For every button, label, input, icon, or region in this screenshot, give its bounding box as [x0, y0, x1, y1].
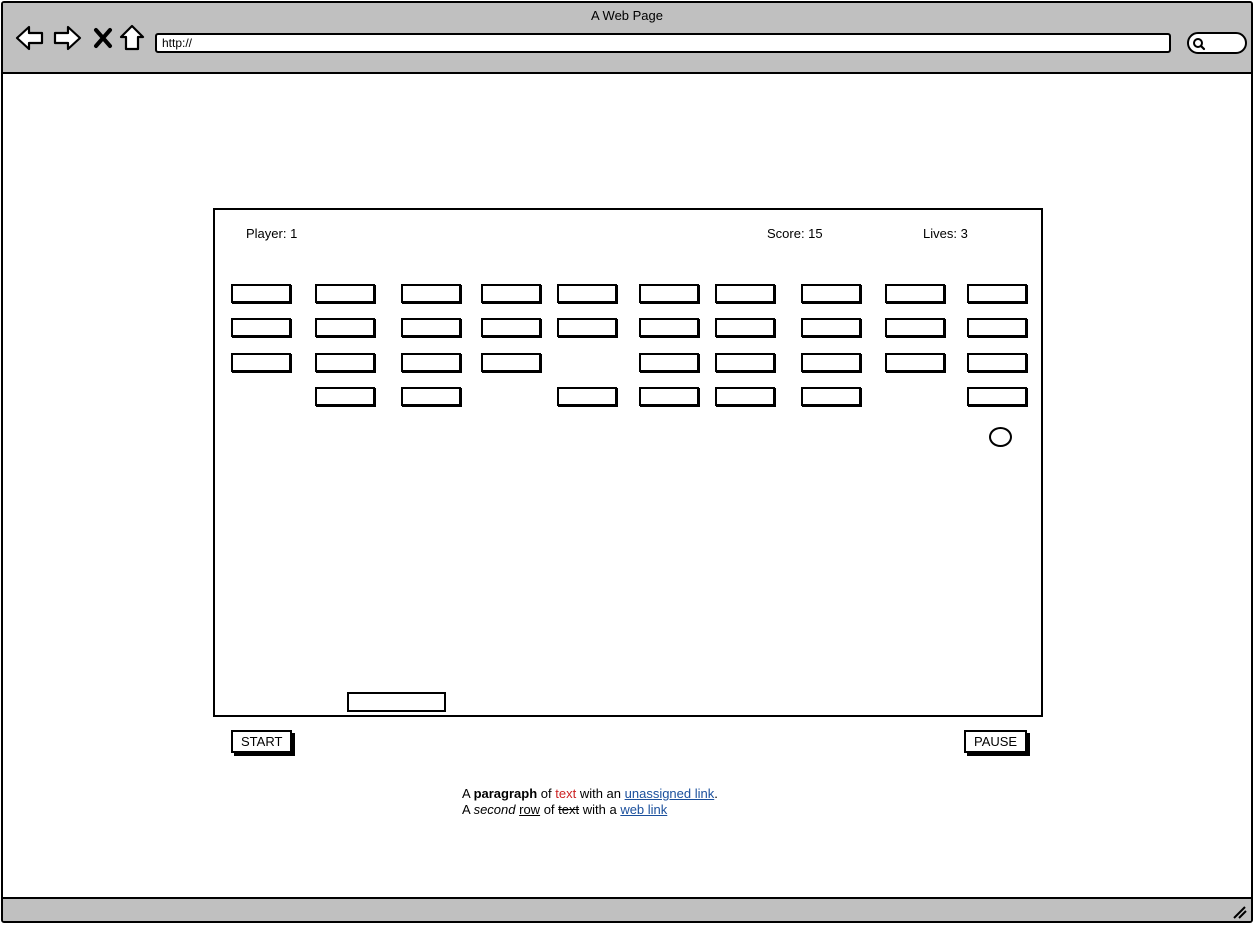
back-button[interactable] — [15, 23, 45, 53]
brick — [557, 318, 617, 337]
brick — [801, 284, 861, 303]
brick — [639, 284, 699, 303]
resize-grip-icon[interactable] — [1231, 905, 1247, 919]
text-segment: A — [462, 802, 474, 817]
brick — [231, 353, 291, 372]
brick — [401, 387, 461, 406]
brick — [885, 284, 945, 303]
url-input[interactable]: http:// — [155, 33, 1171, 53]
stop-button[interactable] — [88, 23, 118, 53]
brick — [639, 353, 699, 372]
brick — [315, 284, 375, 303]
paddle[interactable] — [347, 692, 446, 712]
brick — [639, 318, 699, 337]
pause-button[interactable]: PAUSE — [964, 730, 1028, 753]
brick — [557, 387, 617, 406]
ball — [989, 427, 1012, 447]
underlined-text: row — [519, 802, 541, 817]
text-paragraph: A paragraph of text with an unassigned l… — [462, 786, 718, 818]
strikethrough-text: text — [558, 802, 580, 817]
home-icon — [119, 24, 145, 51]
brick — [481, 284, 541, 303]
web-link[interactable]: web link — [620, 802, 667, 817]
brick — [715, 387, 775, 406]
brick — [557, 284, 617, 303]
unassigned-link[interactable]: unassigned link — [625, 786, 715, 801]
brick — [481, 353, 541, 372]
brick — [885, 353, 945, 372]
brick — [231, 318, 291, 337]
brick — [315, 387, 375, 406]
brick — [967, 387, 1027, 406]
bold-text: paragraph — [473, 786, 538, 801]
brick — [967, 284, 1027, 303]
start-button[interactable]: START — [231, 730, 293, 753]
score-label: Score: 15 — [767, 226, 823, 241]
text-segment: A — [462, 786, 474, 801]
brick — [481, 318, 541, 337]
brick — [315, 318, 375, 337]
brick — [401, 284, 461, 303]
browser-titlebar: A Web Page http:// — [3, 3, 1251, 74]
close-icon — [94, 28, 112, 48]
brick — [315, 353, 375, 372]
search-icon — [1193, 38, 1206, 51]
brick — [715, 353, 775, 372]
lives-label: Lives: 3 — [923, 226, 968, 241]
brick — [967, 353, 1027, 372]
game-board[interactable]: Player: 1 Score: 15 Lives: 3 — [213, 208, 1043, 717]
brick — [715, 318, 775, 337]
brick — [801, 353, 861, 372]
paragraph-line-1: A paragraph of text with an unassigned l… — [462, 786, 718, 802]
brick — [885, 318, 945, 337]
text-segment: with a — [579, 802, 621, 817]
brick — [401, 318, 461, 337]
paragraph-line-2: A second row of text with a web link — [462, 802, 718, 818]
search-field[interactable] — [1187, 32, 1247, 54]
italic-text: second — [473, 802, 516, 817]
text-segment: . — [714, 786, 718, 801]
brick — [401, 353, 461, 372]
brick — [801, 387, 861, 406]
brick — [231, 284, 291, 303]
home-button[interactable] — [117, 23, 147, 53]
brick — [801, 318, 861, 337]
forward-button[interactable] — [52, 23, 82, 53]
back-arrow-icon — [15, 25, 44, 51]
window-title: A Web Page — [590, 8, 664, 23]
brick — [715, 284, 775, 303]
text-segment: of — [540, 802, 559, 817]
forward-arrow-icon — [53, 25, 82, 51]
brick — [639, 387, 699, 406]
text-segment: of — [537, 786, 556, 801]
status-bar — [3, 897, 1251, 921]
text-segment: with an — [576, 786, 625, 801]
brick — [967, 318, 1027, 337]
red-text: text — [555, 786, 577, 801]
player-label: Player: 1 — [246, 226, 298, 241]
